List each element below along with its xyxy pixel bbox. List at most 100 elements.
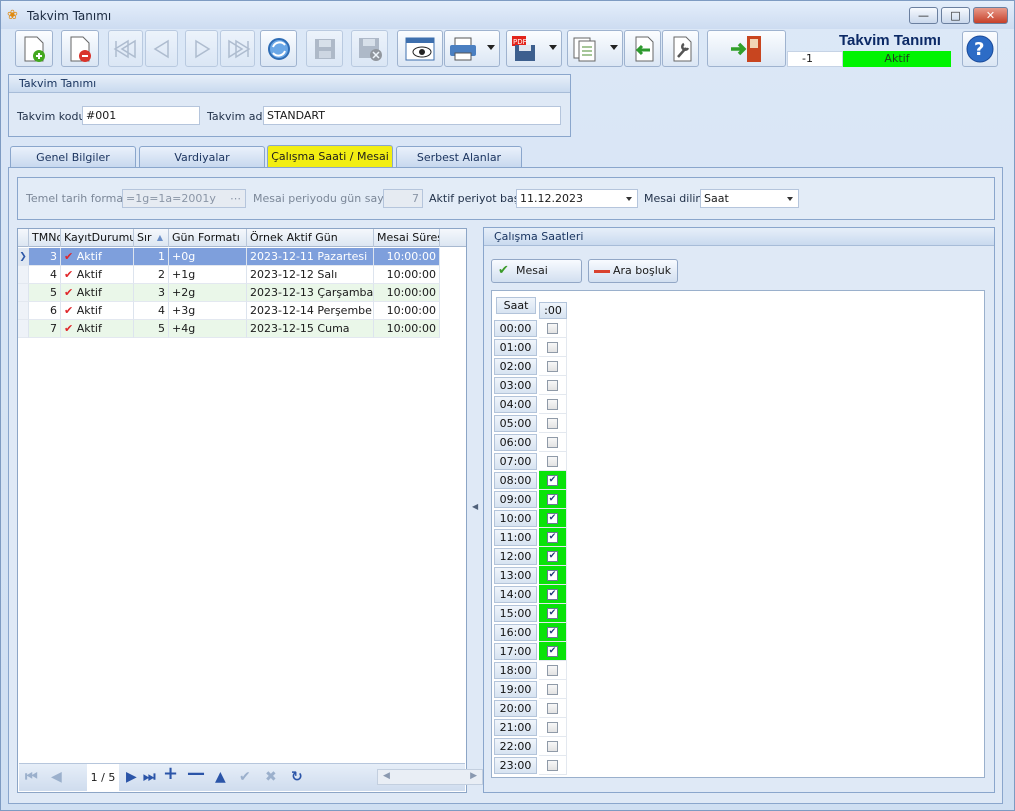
- hour-slot-cell[interactable]: ✔: [539, 490, 567, 509]
- hour-slot-cell[interactable]: ✔: [539, 547, 567, 566]
- period-start-date-picker[interactable]: 11.12.2023: [516, 189, 638, 208]
- column-header-sample-day[interactable]: Örnek Aktif Gün: [247, 229, 374, 247]
- calendar-code-input[interactable]: #001: [82, 106, 200, 125]
- table-row[interactable]: 6 ✔ Aktif 4 +3g 2023-12-14 Perşembe 10:0…: [18, 302, 440, 320]
- hour-slot-cell[interactable]: [539, 433, 567, 452]
- hour-slot-cell[interactable]: [539, 661, 567, 680]
- delete-record-button[interactable]: [61, 30, 99, 67]
- hour-slot-checkbox[interactable]: [547, 380, 558, 391]
- hour-slot-cell[interactable]: [539, 699, 567, 718]
- table-row[interactable]: 5 ✔ Aktif 3 +2g 2023-12-13 Çarşamba 10:0…: [18, 284, 440, 302]
- nav-previous-icon[interactable]: ◀: [51, 770, 62, 784]
- first-record-button[interactable]: [108, 30, 143, 67]
- hour-slot-cell[interactable]: [539, 718, 567, 737]
- hour-slot-checkbox[interactable]: ✔: [547, 513, 558, 524]
- hour-slot-cell[interactable]: [539, 338, 567, 357]
- tab-shifts[interactable]: Vardiyalar: [139, 146, 265, 168]
- hour-slot-cell[interactable]: ✔: [539, 471, 567, 490]
- hour-slot-cell[interactable]: [539, 756, 567, 775]
- hour-slot-checkbox[interactable]: [547, 741, 558, 752]
- horizontal-scrollbar[interactable]: ◀ ▶: [377, 769, 483, 785]
- last-record-button[interactable]: [220, 30, 255, 67]
- pdf-export-button[interactable]: PDF: [506, 30, 562, 67]
- save-button[interactable]: [306, 30, 343, 67]
- hour-slot-cell[interactable]: ✔: [539, 623, 567, 642]
- hour-slot-checkbox[interactable]: ✔: [547, 532, 558, 543]
- nav-first-icon[interactable]: ⏮: [25, 770, 38, 784]
- hour-slot-checkbox[interactable]: ✔: [547, 627, 558, 638]
- table-row[interactable]: 7 ✔ Aktif 5 +4g 2023-12-15 Cuma 10:00:00: [18, 320, 440, 338]
- import-button[interactable]: [567, 30, 623, 67]
- hour-slot-checkbox[interactable]: [547, 361, 558, 372]
- cancel-save-button[interactable]: [351, 30, 388, 67]
- break-button[interactable]: Ara boşluk: [588, 259, 678, 283]
- hour-slot-checkbox[interactable]: ✔: [547, 570, 558, 581]
- hour-slot-cell[interactable]: [539, 376, 567, 395]
- nav-edit-icon[interactable]: ▲: [215, 770, 226, 784]
- column-header-duration[interactable]: Mesai Süresi: [374, 229, 440, 247]
- column-header-status[interactable]: KayıtDurumu: [61, 229, 134, 247]
- hour-slot-checkbox[interactable]: ✔: [547, 646, 558, 657]
- preview-button[interactable]: [397, 30, 443, 67]
- table-row[interactable]: 4 ✔ Aktif 2 +1g 2023-12-12 Salı 10:00:00: [18, 266, 440, 284]
- table-row[interactable]: ❯ 3 ✔ Aktif 1 +0g 2023-12-11 Pazartesi 1…: [18, 248, 440, 266]
- hour-slot-checkbox[interactable]: ✔: [547, 589, 558, 600]
- close-button[interactable]: ✕: [973, 7, 1008, 24]
- hour-slot-cell[interactable]: [539, 680, 567, 699]
- nav-post-icon[interactable]: ✔: [239, 770, 251, 784]
- hour-slot-checkbox[interactable]: [547, 760, 558, 771]
- chevron-down-icon[interactable]: [787, 197, 793, 201]
- previous-record-button[interactable]: [145, 30, 178, 67]
- hour-slot-checkbox[interactable]: [547, 703, 558, 714]
- nav-cancel-icon[interactable]: ✖: [265, 770, 277, 784]
- tab-general[interactable]: Genel Bilgiler: [10, 146, 136, 168]
- chevron-down-icon[interactable]: [626, 197, 632, 201]
- mesai-button[interactable]: ✔ Mesai: [491, 259, 582, 283]
- tools-button[interactable]: [662, 30, 699, 67]
- print-button[interactable]: [444, 30, 500, 67]
- new-record-button[interactable]: [15, 30, 53, 67]
- nav-next-icon[interactable]: ▶: [126, 770, 137, 784]
- back-button[interactable]: [624, 30, 661, 67]
- hour-slot-cell[interactable]: ✔: [539, 604, 567, 623]
- nav-refresh-icon[interactable]: ↻: [291, 770, 303, 784]
- minimize-button[interactable]: —: [909, 7, 938, 24]
- nav-add-icon[interactable]: +: [163, 765, 178, 783]
- hour-slot-cell[interactable]: [539, 319, 567, 338]
- hour-slot-cell[interactable]: [539, 452, 567, 471]
- hour-slot-cell[interactable]: ✔: [539, 585, 567, 604]
- unit-select[interactable]: Saat: [700, 189, 799, 208]
- column-header-order[interactable]: Sır ▲: [134, 229, 169, 247]
- column-header-day-format[interactable]: Gün Formatı: [169, 229, 247, 247]
- hour-slot-cell[interactable]: [539, 737, 567, 756]
- hour-slot-checkbox[interactable]: [547, 342, 558, 353]
- hour-slot-cell[interactable]: [539, 395, 567, 414]
- hour-slot-checkbox[interactable]: ✔: [547, 608, 558, 619]
- nav-last-icon[interactable]: ⏭: [143, 770, 156, 784]
- hour-slot-cell[interactable]: ✔: [539, 528, 567, 547]
- hour-slot-checkbox[interactable]: [547, 665, 558, 676]
- scroll-left-icon[interactable]: ◀: [383, 771, 390, 781]
- nav-delete-icon[interactable]: —: [187, 765, 205, 783]
- next-record-button[interactable]: [185, 30, 218, 67]
- hour-slot-checkbox[interactable]: [547, 437, 558, 448]
- hour-slot-checkbox[interactable]: ✔: [547, 475, 558, 486]
- maximize-button[interactable]: □: [941, 7, 970, 24]
- tab-free-fields[interactable]: Serbest Alanlar: [396, 146, 522, 168]
- hour-slot-cell[interactable]: ✔: [539, 509, 567, 528]
- column-header-tmno[interactable]: TMNo: [29, 229, 61, 247]
- hour-slot-checkbox[interactable]: [547, 418, 558, 429]
- hour-slot-checkbox[interactable]: [547, 323, 558, 334]
- refresh-button[interactable]: [260, 30, 297, 67]
- tab-working-hours[interactable]: Çalışma Saati / Mesai: [267, 145, 393, 169]
- hour-slot-cell[interactable]: [539, 357, 567, 376]
- hour-slot-cell[interactable]: [539, 414, 567, 433]
- hour-slot-checkbox[interactable]: ✔: [547, 551, 558, 562]
- hour-slot-checkbox[interactable]: [547, 399, 558, 410]
- hour-slot-checkbox[interactable]: [547, 684, 558, 695]
- hour-slot-checkbox[interactable]: [547, 722, 558, 733]
- calendar-name-input[interactable]: STANDART: [263, 106, 561, 125]
- hour-slot-cell[interactable]: ✔: [539, 566, 567, 585]
- panel-splitter[interactable]: ◀: [471, 228, 479, 793]
- hour-slot-cell[interactable]: ✔: [539, 642, 567, 661]
